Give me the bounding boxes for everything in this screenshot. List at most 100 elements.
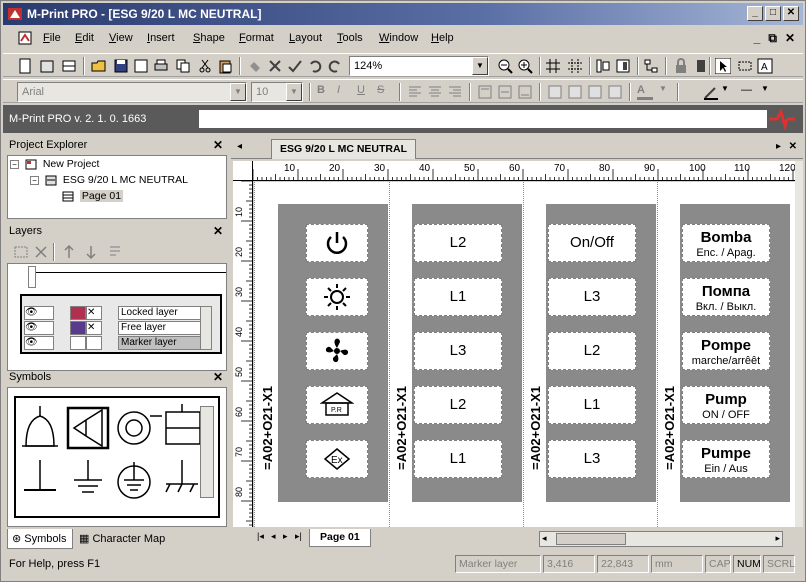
label-cell[interactable] [306,278,368,316]
first-page-icon[interactable]: |◂ [257,531,264,542]
label-cell[interactable]: L2 [414,386,502,424]
layers-scrollbar[interactable] [200,306,212,350]
text-fit-icon[interactable] [567,84,583,100]
zoom-out-icon[interactable] [497,58,513,74]
mdi-restore-button[interactable]: ⧉ [768,31,777,46]
layer-color-swatch[interactable] [70,336,86,350]
open-folder-icon[interactable] [91,58,107,74]
vertical-scrollbar[interactable] [795,161,803,527]
label-cell[interactable]: L3 [548,440,636,478]
tree-item-template[interactable]: − ESG 9/20 L MC NEUTRAL [30,174,188,186]
tab-document[interactable]: ESG 9/20 L MC NEUTRAL [271,139,416,159]
tab-symbols[interactable]: ⊛ Symbols [7,529,73,549]
menu-layout[interactable]: Layout [289,32,322,44]
menu-file[interactable]: File [43,32,61,44]
label-cell[interactable]: Помпа Вкл. / Выкл. [682,278,770,316]
visibility-icon[interactable]: 👁 [24,321,54,335]
maximize-button[interactable]: □ [765,6,781,21]
menu-format[interactable]: Format [239,32,274,44]
next-page-icon[interactable]: ▸ [283,531,288,542]
mdi-minimize-button[interactable]: _ [754,31,761,46]
label-cell[interactable]: L2 [414,224,502,262]
tree-item-project[interactable]: − New Project [10,158,99,170]
label-cell[interactable]: P.R [306,386,368,424]
tab-page[interactable]: Page 01 [309,529,371,547]
visibility-icon[interactable]: 👁 [24,336,54,350]
save-as-icon[interactable] [133,58,149,74]
print-icon[interactable] [153,58,169,74]
menu-edit[interactable]: Edit [75,32,94,44]
collapse-icon[interactable]: − [30,175,39,185]
menu-tools[interactable]: Tools [337,32,363,44]
close-icon[interactable]: ✕ [789,141,797,152]
close-icon[interactable]: ✕ [213,224,223,238]
label-canvas[interactable]: =A02+O21-X1 P.R Ex =A02+O21-X1 L2 L1 L3 … [254,182,795,527]
layer-color-swatch[interactable] [70,321,86,335]
layout-icon[interactable] [61,58,77,74]
text-box-icon[interactable] [547,84,563,100]
lock-toggle[interactable] [86,336,102,350]
chevron-down-icon[interactable]: ▼ [761,84,777,100]
arrow-down-icon[interactable] [83,244,99,260]
strikethrough-icon[interactable]: S [377,84,393,100]
zoom-in-icon[interactable] [517,58,533,74]
chevron-down-icon[interactable]: ▼ [721,84,737,100]
label-cell[interactable]: On/Off [548,224,636,262]
chevron-down-icon[interactable]: ▼ [659,84,675,100]
line-color-icon[interactable] [703,84,719,100]
scroll-right-icon[interactable]: ▸ [775,533,780,544]
label-cell[interactable]: L1 [414,440,502,478]
snap-grid-icon[interactable] [567,58,583,74]
new-project-icon[interactable] [39,58,55,74]
menu-shape[interactable]: Shape [193,32,225,44]
label-cell[interactable]: Pompe marche/arrêêt [682,332,770,370]
cut-icon[interactable] [197,58,213,74]
check-icon[interactable] [287,58,303,74]
new-icon[interactable] [17,58,33,74]
chevron-down-icon[interactable]: ▼ [286,83,302,101]
valign-top-icon[interactable] [477,84,493,100]
undo-icon[interactable] [307,58,323,74]
command-input[interactable] [199,110,767,128]
columns-icon[interactable] [615,58,631,74]
label-cell[interactable]: L1 [548,386,636,424]
arrow-up-icon[interactable] [61,244,77,260]
grid-icon[interactable] [545,58,561,74]
chevron-down-icon[interactable]: ▼ [230,83,246,101]
font-color-icon[interactable]: A [637,84,653,100]
label-cell[interactable]: Ex [306,440,368,478]
line-style-icon[interactable]: — [741,84,757,100]
select-all-icon[interactable] [247,58,263,74]
font-select[interactable]: Arial ▼ [17,82,247,102]
minimize-button[interactable]: _ [747,6,763,21]
scroll-thumb[interactable] [556,533,626,545]
chevron-down-icon[interactable]: ▼ [472,57,488,75]
marker-label[interactable]: =A02+O21-X1 [394,386,409,470]
last-page-icon[interactable]: ▸| [295,531,302,542]
close-button[interactable]: ✕ [783,6,799,21]
layer-properties-icon[interactable] [107,244,123,260]
align-icon[interactable] [595,58,611,74]
label-cell[interactable]: Pump ON / OFF [682,386,770,424]
document-icon[interactable] [17,30,33,46]
marker-label[interactable]: =A02+O21-X1 [528,386,543,470]
layer-color-swatch[interactable] [70,306,86,320]
horizontal-scrollbar[interactable]: ◂ ▸ [539,531,783,547]
layer-row[interactable]: 👁 Marker layer [24,336,212,351]
marker-label[interactable]: =A02+O21-X1 [260,386,275,470]
hierarchy-icon[interactable] [643,58,659,74]
label-cell[interactable]: L3 [548,278,636,316]
align-left-icon[interactable] [407,84,423,100]
underline-icon[interactable]: U [357,84,373,100]
menu-help[interactable]: Help [431,32,454,44]
align-right-icon[interactable] [447,84,463,100]
close-icon[interactable]: ✕ [213,370,223,384]
layer-down-icon[interactable] [693,58,709,74]
align-center-icon[interactable] [427,84,443,100]
lock-toggle[interactable]: ✕ [86,306,102,320]
bold-icon[interactable]: B [317,84,333,100]
tree-item-page[interactable]: Page 01 [62,190,124,202]
lock-toggle[interactable]: ✕ [86,321,102,335]
text-tool-icon[interactable]: A [757,58,773,74]
close-icon[interactable]: ✕ [213,138,223,152]
